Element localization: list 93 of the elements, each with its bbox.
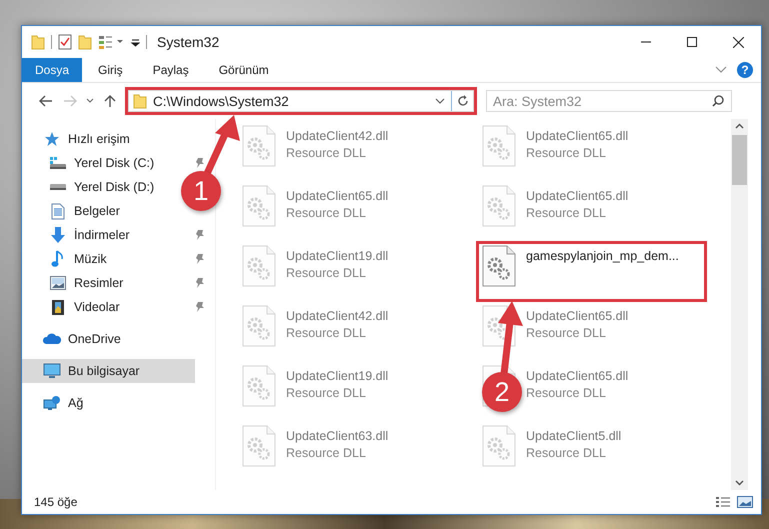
file-type: Resource DLL [286,206,367,220]
sidebar-label: OneDrive [68,332,121,346]
drive-icon [49,156,67,170]
sidebar-item[interactable]: Müzik [22,247,111,271]
search-field[interactable]: Ara: System32 [486,90,732,112]
file-type: Resource DLL [526,206,607,220]
caret-icon [86,98,94,104]
file-name[interactable]: UpdateClient42.dll [286,309,388,323]
expand-ribbon-icon[interactable] [715,66,727,74]
address-bar[interactable]: C:\Windows\System32 [128,90,474,112]
file-type: Resource DLL [526,146,607,160]
large-icons-view-icon[interactable] [737,496,753,508]
sidebar-label: Resimler [74,276,124,290]
up-icon [103,95,117,107]
sidebar-label: Bu bilgisayar [68,364,140,378]
file-name[interactable]: UpdateClient65.dll [526,309,628,323]
sidebar-label: Müzik [74,252,107,266]
dll-file-icon [482,425,516,467]
dll-file-icon [482,245,516,287]
dll-file-icon [242,305,276,347]
address-path: C:\Windows\System32 [153,94,290,108]
ribbon-tab[interactable]: Görünüm [204,58,283,82]
file-type: Resource DLL [526,326,607,340]
cloud-icon [42,333,62,345]
properties-icon[interactable] [58,34,72,50]
file-type: Resource DLL [286,386,367,400]
file-type: Resource DLL [286,326,367,340]
dll-file-icon [242,125,276,167]
file-type: Resource DLL [526,386,607,400]
sidebar-item[interactable]: Bu bilgisayar [22,359,195,383]
sidebar-label: Videolar [74,300,120,314]
file-type: Resource DLL [286,266,367,280]
file-name[interactable]: UpdateClient19.dll [286,249,388,263]
download-icon [49,226,67,244]
sidebar-item[interactable]: Resimler [22,271,128,295]
dll-file-icon [242,185,276,227]
item-count: 145 öğe [34,495,78,509]
sidebar-item[interactable]: Belgeler [22,199,124,223]
file-name[interactable]: UpdateClient5.dll [526,429,622,443]
sidebar-item[interactable]: Yerel Disk (C:) [22,151,158,175]
file-name[interactable]: UpdateClient63.dll [286,429,388,443]
star-icon [44,131,60,147]
music-note-icon [51,250,65,268]
scrollbar-thumb[interactable] [732,135,747,185]
dll-file-icon [482,125,516,167]
window-title: System32 [157,34,220,50]
film-icon [51,298,65,316]
sidebar-item[interactable]: OneDrive [22,327,125,351]
sidebar-item[interactable]: Yerel Disk (D:) [22,175,158,199]
sidebar-label: Hızlı erişim [68,132,130,146]
file-name[interactable]: UpdateClient65.dll [526,129,628,143]
details-view-icon[interactable] [715,496,731,508]
sidebar-label: Yerel Disk (D:) [74,180,154,194]
folder-icon [31,34,45,50]
network-icon [43,395,61,411]
ribbon-tab[interactable]: Giriş [84,58,137,82]
file-type: Resource DLL [286,446,367,460]
file-menu-tab[interactable]: Dosya [22,58,82,82]
file-name[interactable]: UpdateClient19.dll [286,369,388,383]
forward-icon [63,95,77,107]
sidebar-label: Ağ [68,396,84,410]
file-name[interactable]: gamespylanjoin_mp_dem... [526,249,679,263]
drive-icon [49,184,67,190]
dll-file-icon [482,185,516,227]
dll-file-icon [242,245,276,287]
sidebar-item[interactable]: Hızlı erişim [22,127,134,151]
help-button[interactable]: ? [737,62,753,78]
folder-icon [133,93,147,109]
file-name[interactable]: UpdateClient42.dll [286,129,388,143]
ribbon-tab[interactable]: Paylaş [138,58,203,82]
view-options-icon[interactable] [98,34,124,50]
file-name[interactable]: UpdateClient65.dll [526,189,628,203]
refresh-icon [456,95,468,107]
highlighted-file-item[interactable]: gamespylanjoin_mp_dem... [478,243,705,300]
file-name[interactable]: UpdateClient65.dll [526,369,628,383]
maximize-icon [687,37,697,47]
sidebar-label: Belgeler [74,204,120,218]
picture-icon [50,276,66,290]
close-icon [732,36,744,48]
file-type: Resource DLL [526,446,607,460]
sidebar-label: Yerel Disk (C:) [74,156,154,170]
sidebar-item[interactable]: Videolar [22,295,124,319]
dropdown-caret-icon[interactable] [435,97,445,105]
back-icon [39,95,53,107]
file-type: Resource DLL [286,146,367,160]
sidebar-label: İndirmeler [74,228,130,242]
sidebar-item[interactable]: Ağ [22,391,88,415]
dll-file-icon [242,365,276,407]
document-icon [51,202,65,220]
dll-file-icon [242,425,276,467]
sidebar-item[interactable]: İndirmeler [22,223,134,247]
file-name[interactable]: UpdateClient65.dll [286,189,388,203]
monitor-icon [43,363,61,379]
